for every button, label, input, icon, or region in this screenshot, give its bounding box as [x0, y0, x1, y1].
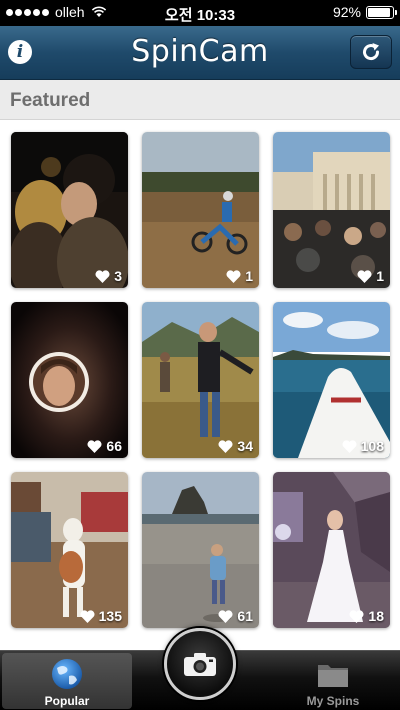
spin-thumbnail	[273, 472, 390, 628]
heart-icon	[95, 269, 110, 283]
like-count: 66	[87, 438, 122, 454]
spin-thumbnail	[11, 302, 128, 458]
tab-label: Popular	[44, 694, 90, 708]
like-count-value: 34	[237, 438, 253, 454]
like-count: 135	[80, 608, 122, 624]
heart-icon	[349, 609, 364, 623]
heart-icon	[357, 269, 372, 283]
spin-tile[interactable]: 1	[142, 132, 259, 288]
heart-icon	[218, 439, 233, 453]
battery-percent: 92%	[332, 4, 361, 20]
like-count: 61	[218, 608, 253, 624]
camera-icon	[184, 653, 216, 676]
spin-thumbnail	[142, 302, 259, 458]
spin-tile[interactable]: 66	[11, 302, 128, 458]
heart-icon	[226, 269, 241, 283]
heart-icon	[87, 439, 102, 453]
like-count-value: 61	[237, 608, 253, 624]
like-count: 3	[95, 268, 122, 284]
like-count-value: 135	[98, 608, 122, 624]
spin-thumbnail	[142, 132, 259, 288]
like-count: 34	[218, 438, 253, 454]
app-title: SpinCam	[131, 34, 269, 69]
spin-thumbnail	[273, 302, 390, 458]
spin-tile[interactable]: 18	[273, 472, 390, 628]
status-bar: olleh 오전 10:33 92%	[0, 0, 400, 26]
like-count-value: 3	[114, 268, 122, 284]
heart-icon	[218, 609, 233, 623]
section-title: Featured	[10, 90, 91, 111]
featured-grid: 3 1 1 66 34 108 135 61 18	[0, 120, 400, 650]
like-count-value: 1	[376, 268, 384, 284]
section-header: Featured	[0, 80, 400, 120]
like-count: 1	[226, 268, 253, 284]
refresh-icon	[363, 43, 380, 61]
spin-tile[interactable]: 3	[11, 132, 128, 288]
heart-icon	[80, 609, 95, 623]
spin-thumbnail	[11, 472, 128, 628]
status-right: 92%	[332, 4, 397, 20]
tab-my-spins[interactable]: My Spins	[268, 653, 398, 709]
camera-button[interactable]	[164, 628, 236, 700]
like-count-value: 1	[245, 268, 253, 284]
like-count: 18	[349, 608, 384, 624]
spin-tile[interactable]: 34	[142, 302, 259, 458]
tab-label: My Spins	[306, 694, 360, 708]
spin-thumbnail	[273, 132, 390, 288]
like-count: 1	[357, 268, 384, 284]
like-count-value: 66	[106, 438, 122, 454]
spin-tile[interactable]: 135	[11, 472, 128, 628]
spin-tile[interactable]: 61	[142, 472, 259, 628]
battery-icon	[366, 5, 397, 19]
globe-icon	[52, 659, 82, 689]
refresh-button[interactable]	[350, 35, 392, 69]
like-count-value: 108	[360, 438, 384, 454]
heart-icon	[342, 439, 357, 453]
folder-icon	[318, 665, 348, 687]
tab-popular[interactable]: Popular	[2, 653, 132, 709]
spin-tile[interactable]: 108	[273, 302, 390, 458]
spin-thumbnail	[11, 132, 128, 288]
spin-thumbnail	[142, 472, 259, 628]
like-count: 108	[342, 438, 384, 454]
navigation-bar: i SpinCam	[0, 26, 400, 80]
spin-tile[interactable]: 1	[273, 132, 390, 288]
like-count-value: 18	[368, 608, 384, 624]
